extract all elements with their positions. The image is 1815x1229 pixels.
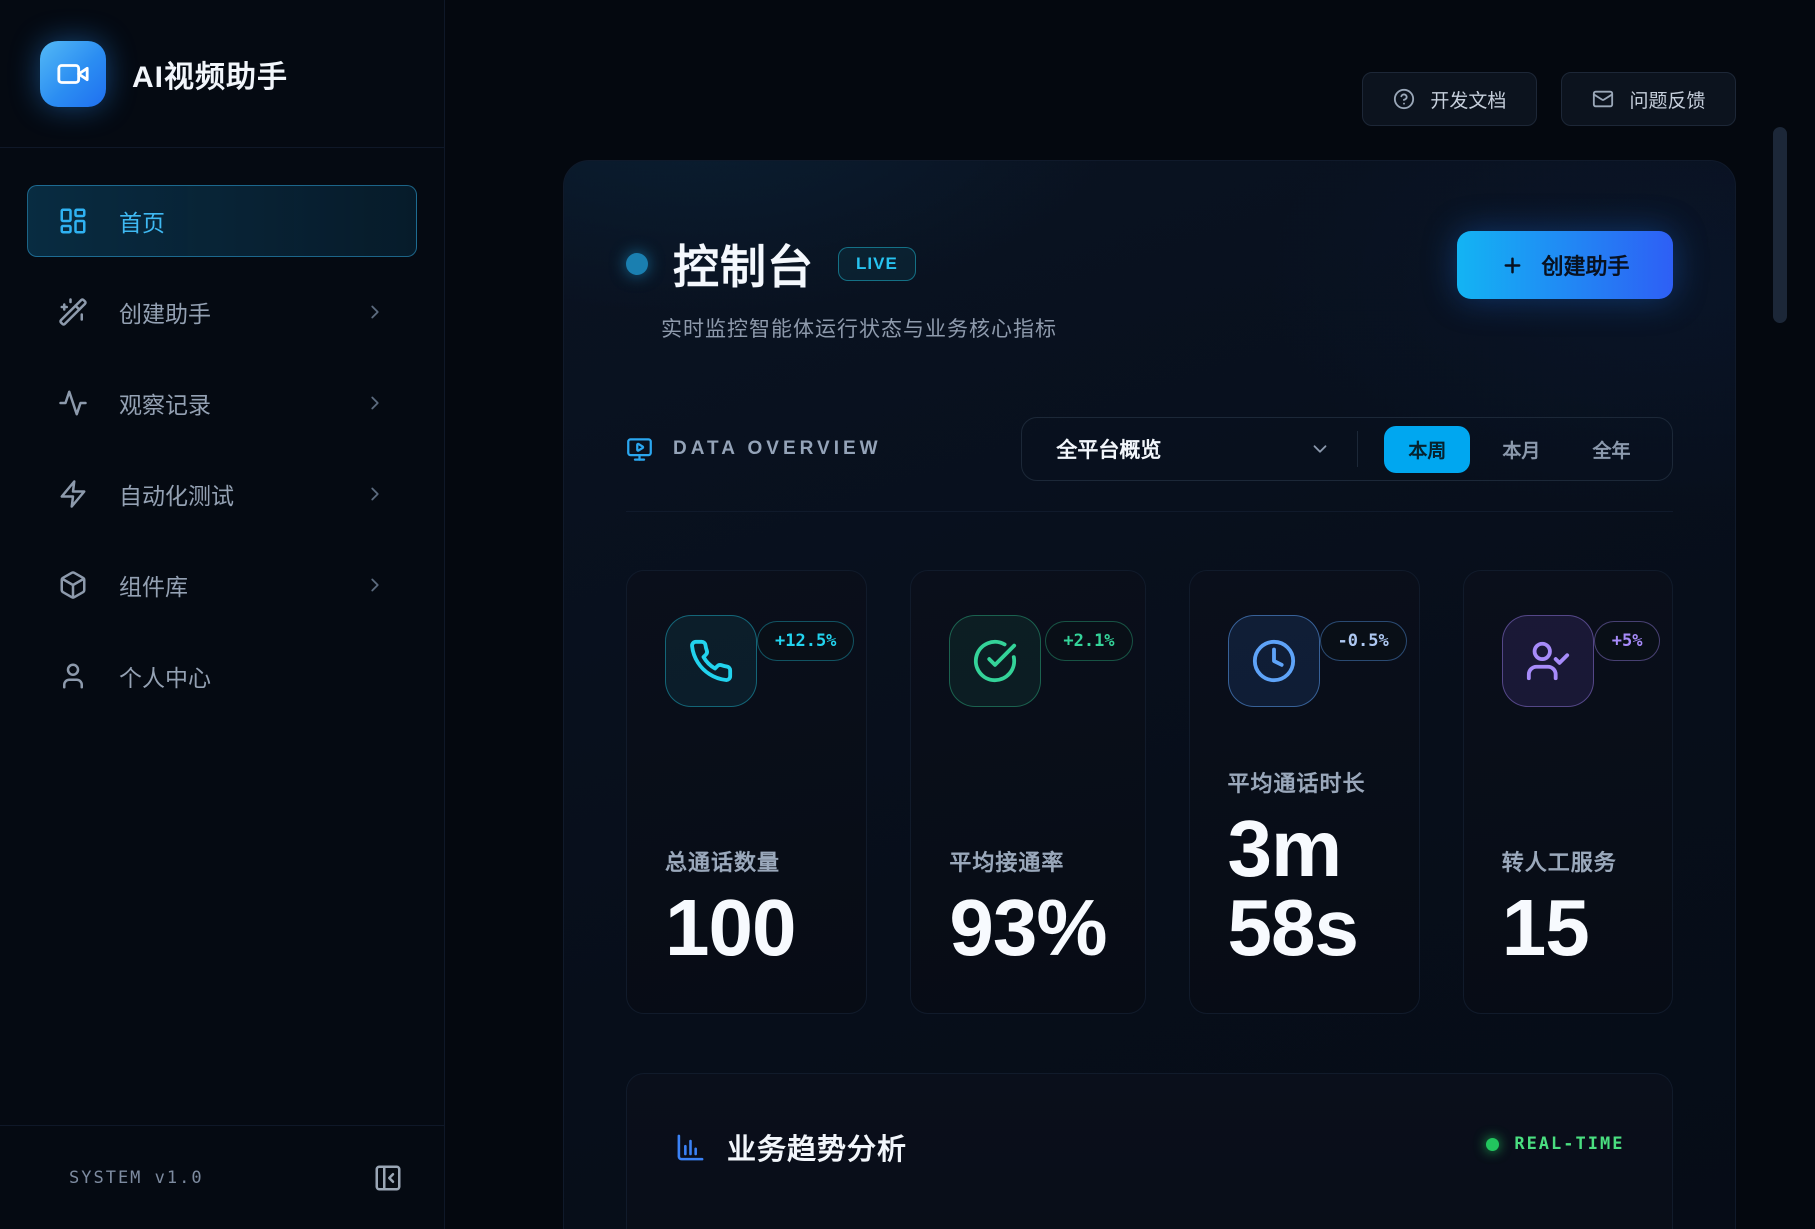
platform-select-value: 全平台概览: [1056, 434, 1161, 464]
system-version: SYSTEM v1.0: [69, 1168, 204, 1188]
chevron-down-icon: [1309, 438, 1331, 460]
data-overview-label: DATA OVERVIEW: [673, 438, 882, 460]
video-camera-icon: [56, 57, 90, 91]
sidebar-item-profile[interactable]: 个人中心: [27, 640, 417, 712]
platform-select[interactable]: 全平台概览: [1056, 434, 1331, 464]
circle-check-icon: [949, 615, 1041, 707]
stat-value: 15: [1502, 889, 1635, 967]
sidebar-menu: 首页 创建助手 观察记录 自动化测试: [0, 148, 444, 1125]
plus-icon: [1501, 254, 1524, 277]
collapse-sidebar-button[interactable]: [366, 1156, 410, 1200]
phone-icon: [665, 615, 757, 707]
user-icon: [58, 661, 88, 691]
sidebar-item-observation-log[interactable]: 观察记录: [27, 367, 417, 439]
dev-docs-button[interactable]: 开发文档: [1362, 72, 1537, 126]
cube-icon: [58, 570, 88, 600]
page-title: 控制台: [673, 231, 814, 297]
stat-label: 平均接通率: [949, 845, 1106, 877]
stat-card-total-calls: +12.5% 总通话数量 100: [626, 570, 867, 1014]
sidebar-item-home[interactable]: 首页: [27, 185, 417, 257]
realtime-dot: [1486, 1138, 1499, 1151]
stat-value: 93%: [949, 889, 1106, 967]
data-overview-heading: DATA OVERVIEW: [626, 436, 882, 463]
main-content: 开发文档 问题反馈 控制台 LIVE 实时监控智能体运行状态与业务核心指标: [445, 0, 1815, 1229]
sidebar-item-label: 组件库: [119, 568, 188, 602]
stat-card-answer-rate: +2.1% 平均接通率 93%: [910, 570, 1145, 1014]
chevron-right-icon: [364, 301, 386, 323]
app-logo-row: AI视频助手: [0, 0, 444, 148]
trend-badge: +12.5%: [757, 621, 854, 661]
trend-badge: -0.5%: [1320, 621, 1407, 661]
dashboard-icon: [58, 206, 88, 236]
dev-docs-label: 开发文档: [1430, 86, 1506, 113]
panel-collapse-icon: [373, 1163, 403, 1193]
activity-icon: [58, 388, 88, 418]
sidebar-item-automation-test[interactable]: 自动化测试: [27, 458, 417, 530]
sidebar-item-component-library[interactable]: 组件库: [27, 549, 417, 621]
app-logo: [40, 41, 106, 107]
tab-this-year[interactable]: 全年: [1572, 426, 1650, 473]
mail-icon: [1592, 88, 1614, 110]
stat-label: 转人工服务: [1502, 845, 1635, 877]
trend-title: 业务趋势分析: [727, 1126, 907, 1168]
clock-icon: [1228, 615, 1320, 707]
chevron-right-icon: [364, 483, 386, 505]
tab-this-week[interactable]: 本周: [1384, 426, 1470, 473]
topbar: 开发文档 问题反馈: [563, 72, 1736, 126]
tab-this-month[interactable]: 本月: [1482, 426, 1560, 473]
status-dot: [626, 253, 648, 275]
wand-icon: [58, 297, 88, 327]
stat-label: 平均通话时长: [1228, 766, 1381, 798]
sidebar-item-create-assistant[interactable]: 创建助手: [27, 276, 417, 348]
feedback-label: 问题反馈: [1629, 86, 1705, 113]
create-assistant-button[interactable]: 创建助手: [1457, 231, 1673, 299]
help-circle-icon: [1393, 88, 1415, 110]
sidebar-item-label: 首页: [119, 204, 165, 238]
chevron-right-icon: [364, 392, 386, 414]
period-tabs: 本周 本月 全年: [1384, 426, 1650, 473]
sidebar-item-label: 创建助手: [119, 295, 211, 329]
sidebar-item-label: 个人中心: [119, 659, 211, 693]
stat-value: 3m 58s: [1228, 810, 1381, 967]
realtime-indicator: REAL-TIME: [1486, 1134, 1624, 1154]
stats-grid: +12.5% 总通话数量 100 +2.1% 平均接通率 93%: [626, 570, 1673, 1014]
bar-chart-icon: [675, 1132, 706, 1163]
feedback-button[interactable]: 问题反馈: [1561, 72, 1736, 126]
data-overview-row: DATA OVERVIEW 全平台概览 本周 本月 全年: [626, 417, 1673, 512]
sidebar-item-label: 观察记录: [119, 386, 211, 420]
live-badge: LIVE: [838, 247, 916, 281]
divider: [1357, 431, 1358, 467]
monitor-play-icon: [626, 436, 653, 463]
overview-filter-box: 全平台概览 本周 本月 全年: [1021, 417, 1673, 481]
dashboard-panel: 控制台 LIVE 实时监控智能体运行状态与业务核心指标 创建助手 DATA OV…: [563, 160, 1736, 1229]
user-check-icon: [1502, 615, 1594, 707]
page-subtitle: 实时监控智能体运行状态与业务核心指标: [661, 313, 1057, 343]
sidebar: AI视频助手 首页 创建助手 观察记录: [0, 0, 445, 1229]
trend-badge: +2.1%: [1045, 621, 1132, 661]
chevron-right-icon: [364, 574, 386, 596]
stat-card-avg-duration: -0.5% 平均通话时长 3m 58s: [1189, 570, 1420, 1014]
app-title: AI视频助手: [132, 52, 288, 96]
stat-label: 总通话数量: [665, 845, 828, 877]
stat-value: 100: [665, 889, 828, 967]
sidebar-item-label: 自动化测试: [119, 477, 234, 511]
trend-badge: +5%: [1594, 621, 1661, 661]
dashboard-title-block: 控制台 LIVE 实时监控智能体运行状态与业务核心指标: [626, 231, 1057, 343]
stat-card-human-transfer: +5% 转人工服务 15: [1463, 570, 1674, 1014]
dashboard-header: 控制台 LIVE 实时监控智能体运行状态与业务核心指标 创建助手: [626, 231, 1673, 343]
sidebar-footer: SYSTEM v1.0: [0, 1125, 444, 1229]
create-assistant-label: 创建助手: [1541, 249, 1629, 281]
zap-icon: [58, 479, 88, 509]
scrollbar-thumb[interactable]: [1773, 127, 1787, 323]
realtime-label: REAL-TIME: [1514, 1134, 1624, 1154]
trend-analysis-card: 业务趋势分析 REAL-TIME: [626, 1073, 1673, 1229]
